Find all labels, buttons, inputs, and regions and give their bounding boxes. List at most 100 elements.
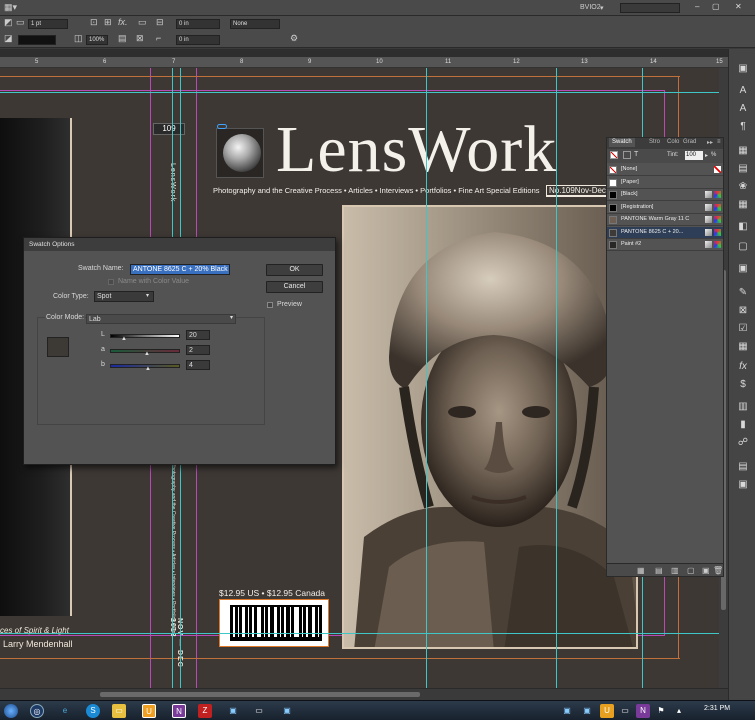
zoom-field[interactable]: 100% <box>86 35 108 45</box>
lab-a-slider-thumb[interactable]: ▲ <box>144 351 150 357</box>
preflight-icon[interactable]: ☑ <box>737 323 749 335</box>
search-input[interactable] <box>620 3 680 13</box>
masthead-tagline[interactable]: Photography and the Creative Process • A… <box>213 186 540 195</box>
collapse-icon[interactable]: ▸▸ <box>707 139 713 146</box>
paragraph-panel-icon[interactable]: ¶ <box>737 121 749 133</box>
tray-app-icon[interactable]: ▣ <box>560 704 574 718</box>
save-icon[interactable]: ▣ <box>226 704 240 718</box>
offset-field[interactable]: 0 in <box>176 19 220 29</box>
view-options-icon[interactable]: ▦▾ <box>4 1 17 13</box>
lab-l-slider-thumb[interactable]: ▲ <box>121 336 127 342</box>
info-panel-icon[interactable]: ▥ <box>737 401 749 413</box>
taskbar-clock[interactable]: 2:31 PM <box>704 705 730 712</box>
align-icon[interactable]: ⊡ <box>90 16 98 28</box>
new-color-group-icon[interactable]: ▢ <box>687 566 695 575</box>
container-icon[interactable] <box>623 151 631 159</box>
minimize-button[interactable]: – <box>695 2 699 11</box>
chevron-down-icon[interactable]: ▾ <box>600 4 604 12</box>
explorer-icon[interactable]: ▭ <box>112 704 126 718</box>
barcode[interactable] <box>219 599 329 647</box>
glyphs-panel-icon[interactable]: ▣ <box>737 479 749 491</box>
pages-panel-icon[interactable]: ▢ <box>737 241 749 253</box>
chrome-icon[interactable]: ◎ <box>30 704 44 718</box>
frame-icon[interactable]: ▭ <box>138 16 147 28</box>
object-styles-icon[interactable]: ▤ <box>737 163 749 175</box>
stroke-swatch-icon[interactable]: ▭ <box>16 16 25 28</box>
gradient-panel-icon[interactable]: ▦ <box>737 341 749 353</box>
character-panel-icon[interactable]: A <box>737 85 749 97</box>
stroke-style-select[interactable]: None <box>230 19 280 29</box>
tray-app-u-icon[interactable]: U <box>600 704 614 718</box>
tray-flag-icon[interactable]: ⚑ <box>654 704 668 718</box>
name-with-color-value-checkbox[interactable] <box>108 279 114 285</box>
links-panel-icon[interactable]: ▣ <box>737 263 749 275</box>
fitting-icon[interactable]: ⊠ <box>136 32 144 44</box>
swatches-panel-icon[interactable]: ▦ <box>737 199 749 211</box>
stroke-panel-icon[interactable]: ✎ <box>737 287 749 299</box>
shadow-icon[interactable]: ▤ <box>118 32 127 44</box>
stroke-color-field[interactable] <box>18 35 56 45</box>
tab-stroke[interactable]: Stro <box>649 139 660 145</box>
tab-gradient[interactable]: Grad <box>683 139 696 145</box>
opacity-icon[interactable]: ◫ <box>74 32 83 44</box>
swatch-row[interactable]: [None] <box>607 164 723 176</box>
skype-icon[interactable]: S <box>86 704 100 718</box>
tab-swatches[interactable]: Swatch <box>609 138 635 147</box>
onenote-icon[interactable]: N <box>172 704 186 718</box>
swatch-row[interactable]: PANTONE 8625 C + 20... <box>607 226 723 239</box>
ok-button[interactable]: OK <box>266 264 323 276</box>
app-icon[interactable]: U <box>142 704 156 718</box>
maximize-button[interactable]: ▢ <box>712 2 720 11</box>
filezilla-icon[interactable]: Z <box>198 704 212 718</box>
new-swatch-icon[interactable]: ▣ <box>702 566 710 575</box>
tray-volume-icon[interactable]: ▴ <box>672 704 686 718</box>
text-wrap-panel-icon[interactable]: ⊠ <box>737 305 749 317</box>
effects-icon[interactable]: fx. <box>118 16 128 28</box>
table-panel-icon[interactable]: ▦ <box>737 145 749 157</box>
tint-input[interactable]: 100 <box>685 151 703 160</box>
logo-mark[interactable] <box>216 128 264 178</box>
ruler-guide[interactable] <box>426 68 427 688</box>
back-cover-caption-author[interactable]: Larry Mendenhall <box>3 639 73 649</box>
floppy-icon[interactable]: ▣ <box>280 704 294 718</box>
lab-b-slider-thumb[interactable]: ▲ <box>145 366 151 372</box>
navigator-panel-icon[interactable]: ▤ <box>737 461 749 473</box>
ruler-guide[interactable] <box>556 68 557 688</box>
horizontal-scroll-thumb[interactable] <box>100 692 420 697</box>
lab-a-input[interactable]: 2 <box>186 345 210 355</box>
fill-stroke-swap-icon[interactable] <box>610 151 618 159</box>
tray-save-icon[interactable]: ▣ <box>580 704 594 718</box>
trash-icon[interactable]: 🗑 <box>713 566 723 575</box>
show-color-swatches-icon[interactable]: ▤ <box>655 566 663 575</box>
swatch-row[interactable]: [Paper] <box>607 177 723 189</box>
cancel-button[interactable]: Cancel <box>266 281 323 293</box>
color-panel-icon[interactable]: ❀ <box>737 181 749 193</box>
stroke-weight-field[interactable]: 1 pt <box>28 19 68 29</box>
effects-panel-icon[interactable]: fx <box>737 361 749 373</box>
tray-onenote-icon[interactable]: N <box>636 704 650 718</box>
layers-panel-icon[interactable]: ◧ <box>737 221 749 233</box>
swatch-row[interactable]: [Black] <box>607 189 723 201</box>
color-type-select[interactable]: Spot <box>94 291 154 302</box>
text-format-icon[interactable]: T <box>634 151 638 158</box>
fill-stroke-icon[interactable]: ◩ <box>4 16 13 28</box>
offset-field-2[interactable]: 0 in <box>176 35 220 45</box>
character-styles-icon[interactable]: A <box>737 103 749 115</box>
transform-icon[interactable]: ⊞ <box>104 16 112 28</box>
bookmarks-panel-icon[interactable]: ▮ <box>737 419 749 431</box>
workspace-switcher[interactable]: BVIO2 <box>580 4 601 11</box>
image-panel-icon[interactable]: ▣ <box>737 63 749 75</box>
close-button[interactable]: ✕ <box>735 2 742 11</box>
fill-icon[interactable]: ◪ <box>4 32 13 44</box>
tint-menu-icon[interactable]: ▸ <box>705 152 708 159</box>
panel-menu-icon[interactable]: ≡ <box>717 139 721 145</box>
lab-b-input[interactable]: 4 <box>186 360 210 370</box>
swatch-row[interactable]: [Registration] <box>607 202 723 214</box>
show-gradient-swatches-icon[interactable]: ▥ <box>671 566 679 575</box>
cover-price[interactable]: $12.95 US • $12.95 Canada <box>219 588 325 598</box>
color-mode-select[interactable]: Lab <box>86 314 236 324</box>
scripts-panel-icon[interactable]: $ <box>737 379 749 391</box>
ie-icon[interactable]: e <box>58 704 72 718</box>
ruler-guide[interactable] <box>0 92 720 93</box>
start-button-icon[interactable] <box>4 704 18 718</box>
